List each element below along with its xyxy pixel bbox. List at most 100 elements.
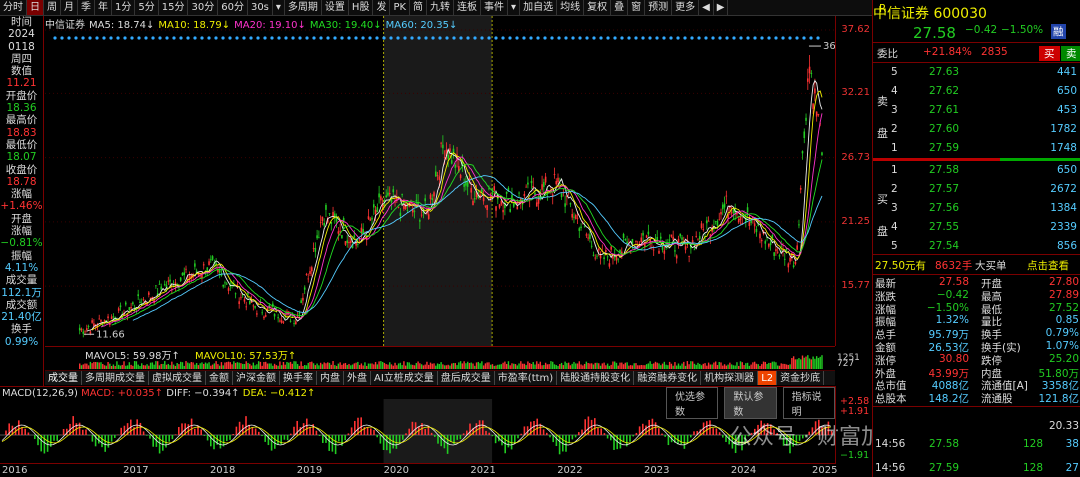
price-pct: −1.50% xyxy=(1001,24,1044,36)
tab-1[interactable]: 多周期成交量 xyxy=(82,371,149,385)
indicator-help-button[interactable]: 指标说明 xyxy=(782,387,835,419)
vol-bar xyxy=(399,362,402,369)
macd-bar xyxy=(206,435,209,441)
vol-bar xyxy=(656,362,658,369)
candle-body xyxy=(406,210,409,211)
vol-bar xyxy=(383,362,386,369)
toolbar-btn-0[interactable]: 分时 xyxy=(0,0,27,15)
ask-price: 27.61 xyxy=(929,104,960,116)
candle-body xyxy=(498,204,501,208)
candle-body xyxy=(775,249,777,252)
toolbar-btn-27[interactable]: 窗 xyxy=(628,0,646,15)
toolbar-btn-1[interactable]: 日 xyxy=(27,0,44,15)
tab-5[interactable]: 换手率 xyxy=(280,371,317,385)
candle-body xyxy=(773,252,775,257)
tab-15[interactable]: 资金抄底 xyxy=(777,371,825,385)
candle-body xyxy=(567,192,570,194)
vol-bar xyxy=(516,365,518,369)
vol-bar xyxy=(654,361,657,369)
toolbar-btn-15[interactable]: H股 xyxy=(349,0,374,15)
candle-body xyxy=(663,250,666,254)
candle-body xyxy=(553,174,556,176)
tab-2[interactable]: 虚拟成交量 xyxy=(149,371,206,385)
candle-body xyxy=(564,203,566,207)
big-order-view-link[interactable]: 点击查看 xyxy=(1027,258,1069,273)
toolbar-btn-3[interactable]: 月 xyxy=(61,0,78,15)
candle-body xyxy=(576,217,579,219)
signal-dot xyxy=(368,36,372,40)
vol-bar xyxy=(679,365,681,369)
tab-11[interactable]: 陆股通持股变化 xyxy=(557,371,635,385)
signal-dot xyxy=(333,36,337,40)
macd-bar xyxy=(277,435,279,446)
default-params-button[interactable]: 默认参数 xyxy=(724,387,777,419)
signal-dot xyxy=(284,36,288,40)
kline-chart[interactable]: 36.25 11.66 xyxy=(45,16,835,346)
tab-6[interactable]: 内盘 xyxy=(317,371,344,385)
candle-body xyxy=(753,223,756,227)
candle-body xyxy=(349,240,352,243)
vol-bar xyxy=(284,364,286,369)
toolbar-btn-8[interactable]: 15分 xyxy=(159,0,189,15)
candle-body xyxy=(720,212,722,215)
candle-body xyxy=(254,306,256,308)
toolbar-btn-25[interactable]: 复权 xyxy=(584,0,612,15)
toolbar-btn-14[interactable]: 设置 xyxy=(322,0,349,15)
year-2017: 2017 xyxy=(123,465,149,476)
vol-bar xyxy=(98,362,100,369)
tab-12[interactable]: 融资融券变化 xyxy=(634,371,702,385)
toolbar-btn-18[interactable]: 简 xyxy=(410,0,428,15)
tab-0[interactable]: 成交量 xyxy=(45,371,82,385)
signal-dot xyxy=(361,36,365,40)
stat-value2: 27.80 xyxy=(1048,276,1079,288)
toolbar-btn-10[interactable]: 60分 xyxy=(218,0,248,15)
toolbar-btn-17[interactable]: PK xyxy=(390,0,411,15)
macd-bar xyxy=(478,420,481,435)
candle-body xyxy=(360,227,363,233)
toolbar-btn-9[interactable]: 30分 xyxy=(188,0,219,15)
toolbar-btn-21[interactable]: 事件 xyxy=(481,0,509,15)
candle-body xyxy=(681,237,683,240)
toolbar-btn-13[interactable]: 多周期 xyxy=(285,0,322,15)
tab-13[interactable]: 机构探测器 xyxy=(701,371,759,385)
tab-10[interactable]: 市盈率(ttm) xyxy=(495,371,558,385)
toolbar-btn-29[interactable]: 更多 xyxy=(672,0,700,15)
vol-bar xyxy=(663,361,666,369)
toolbar-btn-23[interactable]: 加自选 xyxy=(520,0,558,15)
toolbar-btn-7[interactable]: 5分 xyxy=(135,0,159,15)
toolbar-btn-20[interactable]: 连板 xyxy=(454,0,482,15)
vol-bar xyxy=(300,361,302,369)
vol-bar xyxy=(700,365,703,369)
candle-body xyxy=(413,210,416,212)
vol-bar xyxy=(412,364,414,369)
toolbar-btn-31[interactable]: ▶ xyxy=(714,0,729,15)
toolbar-btn-2[interactable]: 周 xyxy=(44,0,61,15)
toolbar-btn-28[interactable]: 预测 xyxy=(645,0,673,15)
tab-4[interactable]: 沪深金额 xyxy=(233,371,280,385)
toolbar-btn-26[interactable]: 叠 xyxy=(611,0,629,15)
toolbar-btn-11[interactable]: 30s xyxy=(248,0,273,15)
candle-body xyxy=(516,206,519,210)
toolbar-btn-30[interactable]: ◀ xyxy=(699,0,714,15)
toolbar-btn-24[interactable]: 均线 xyxy=(557,0,585,15)
vol-bar xyxy=(523,363,526,369)
vol-bar xyxy=(598,363,600,369)
optimal-params-button[interactable]: 优选参数 xyxy=(666,387,719,419)
macd-bar xyxy=(405,433,407,435)
toolbar-btn-19[interactable]: 九转 xyxy=(427,0,455,15)
tab-3[interactable]: 金额 xyxy=(206,371,233,385)
toolbar-btn-12[interactable]: ▾ xyxy=(273,0,285,15)
toolbar-btn-16[interactable]: 发 xyxy=(373,0,391,15)
tab-14[interactable]: L2 xyxy=(758,371,778,385)
vol-bar xyxy=(638,365,641,369)
signal-dot xyxy=(186,36,190,40)
toolbar-btn-4[interactable]: 季 xyxy=(78,0,95,15)
toolbar-btn-6[interactable]: 1分 xyxy=(112,0,136,15)
tab-7[interactable]: 外盘 xyxy=(344,371,371,385)
stat-value2: 27.89 xyxy=(1048,288,1079,301)
toolbar-btn-22[interactable]: ▾ xyxy=(508,0,521,15)
tab-9[interactable]: 盘后成交量 xyxy=(438,371,495,385)
vol-bar xyxy=(107,361,109,369)
toolbar-btn-5[interactable]: 年 xyxy=(95,0,112,15)
tab-8[interactable]: AI立桩成交量 xyxy=(371,371,438,385)
